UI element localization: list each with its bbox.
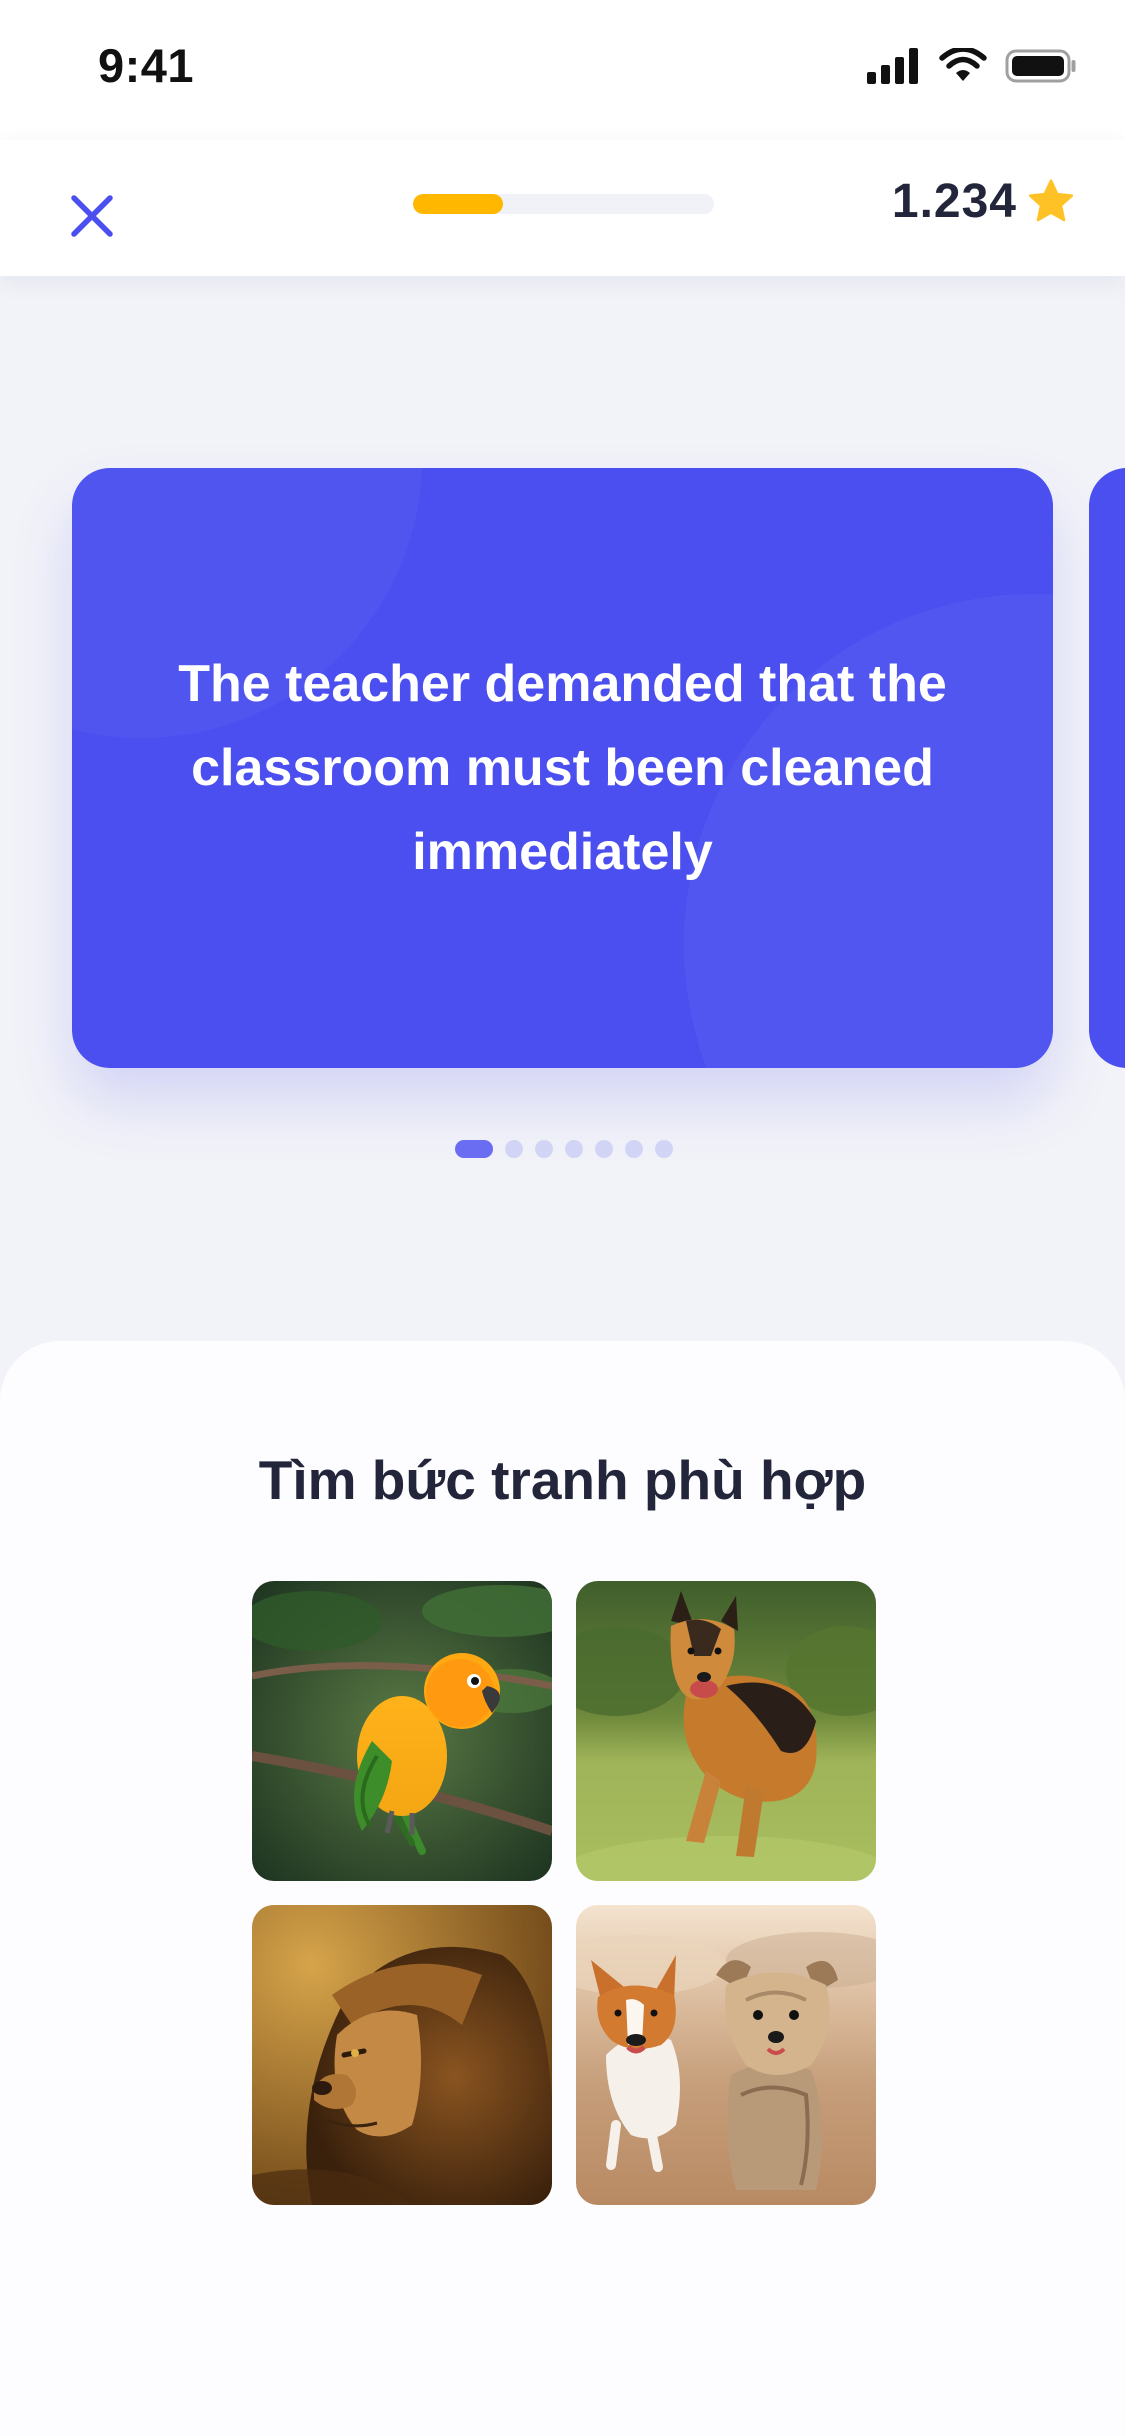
carousel-dot[interactable] — [655, 1140, 673, 1158]
battery-icon — [1005, 48, 1077, 89]
score-value: 1.234 — [891, 175, 1017, 228]
wifi-icon — [939, 46, 987, 89]
carousel-dot-active[interactable] — [455, 1140, 493, 1158]
status-bar: 9:41 — [0, 0, 1125, 140]
sentence-text: The teacher demanded that the classroom … — [178, 655, 947, 881]
carousel-dot[interactable] — [505, 1140, 523, 1158]
carousel-dot[interactable] — [625, 1140, 643, 1158]
carousel-indicator — [455, 1140, 673, 1158]
signal-icon — [867, 48, 921, 89]
carousel-dot[interactable] — [535, 1140, 553, 1158]
option-lion-image[interactable] — [252, 1905, 552, 2205]
status-icons — [867, 46, 1077, 89]
close-button[interactable] — [60, 184, 124, 248]
close-icon — [71, 195, 113, 237]
screen: 9:41 1.234 The teacher demanded that the… — [0, 0, 1125, 2436]
carousel-dot[interactable] — [595, 1140, 613, 1158]
header: 1.234 — [0, 140, 1125, 276]
option-corgi-and-yorkie-image[interactable] — [576, 1905, 876, 2205]
image-options-grid — [252, 1581, 876, 2205]
status-time: 9:41 — [98, 39, 195, 92]
option-parrot-image[interactable] — [252, 1581, 552, 1881]
score: 1.234 — [892, 174, 1077, 229]
panel-title: Tìm bức tranh phù hợp — [258, 1449, 867, 1511]
progress-fill — [413, 194, 504, 214]
star-icon — [1028, 178, 1074, 221]
carousel-dot[interactable] — [565, 1140, 583, 1158]
next-card-peek[interactable] — [1089, 468, 1125, 1068]
sentence-card[interactable]: The teacher demanded that the classroom … — [72, 468, 1053, 1068]
option-german-shepherd-image[interactable] — [576, 1581, 876, 1881]
progress-bar — [413, 194, 714, 214]
